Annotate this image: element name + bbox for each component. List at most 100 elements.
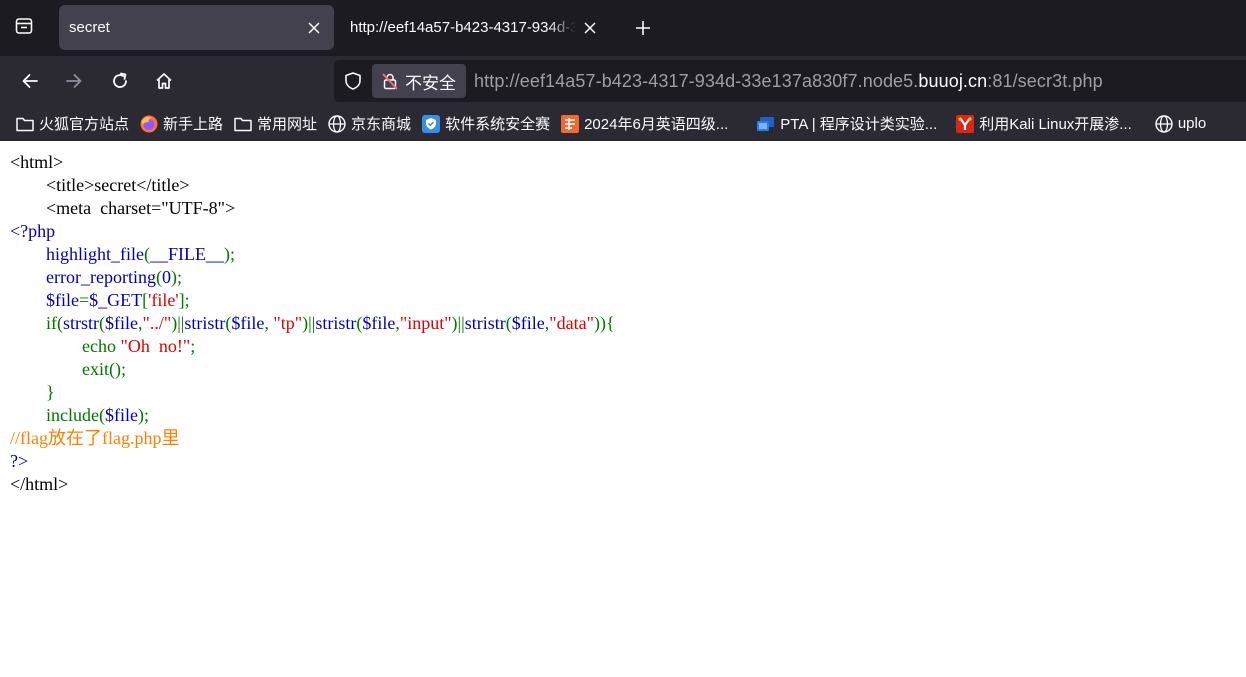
- bookmark-folder-common-sites[interactable]: 常用网址: [228, 110, 322, 138]
- bookmark-label: 常用网址: [257, 116, 318, 133]
- address-bar[interactable]: 不安全 http://eef14a57-b423-4317-934d-33e13…: [334, 60, 1246, 102]
- arrow-right-icon: [66, 74, 82, 88]
- code-token: "tp": [273, 313, 303, 333]
- close-tab-button[interactable]: [300, 14, 328, 42]
- tab-title: http://eef14a57-b423-4317-934d-33e137a83…: [350, 19, 576, 36]
- code-line: //flag放在了flag.php里: [10, 427, 615, 450]
- folder-icon: [233, 114, 253, 134]
- code-token: "input": [399, 313, 452, 333]
- code-html-tag: <html>: [10, 152, 64, 172]
- code-token: $file: [231, 313, 265, 333]
- reload-icon: [113, 72, 127, 88]
- code-line: highlight_file(__FILE__);: [10, 243, 615, 266]
- code-line: <title>secret</title>: [10, 174, 615, 197]
- code-line: echo "Oh no!";: [10, 335, 615, 358]
- close-icon: [584, 21, 596, 34]
- code-token: "../": [142, 313, 172, 333]
- code-token: error_reporting: [46, 267, 156, 287]
- globe-icon: [327, 114, 347, 134]
- code-token: "data": [549, 313, 594, 333]
- home-button[interactable]: [147, 64, 181, 98]
- bookmark-label: 利用Kali Linux开展渗...: [979, 116, 1132, 133]
- bookmark-label: PTA | 程序设计类实验...: [780, 116, 938, 133]
- code-token: ;: [190, 336, 196, 356]
- code-token: include(: [46, 405, 105, 425]
- code-token: )||: [451, 313, 465, 333]
- code-token: echo: [82, 336, 121, 356]
- bookmark-label: 2024年6月英语四级...: [584, 116, 729, 133]
- forward-button[interactable]: [57, 64, 91, 98]
- url-text[interactable]: http://eef14a57-b423-4317-934d-33e137a83…: [474, 71, 1103, 92]
- firefox-icon: [139, 114, 159, 134]
- site-security-button[interactable]: 不安全: [372, 64, 466, 98]
- bookmark-label: 火狐官方站点: [39, 116, 130, 133]
- close-tab-button[interactable]: [576, 14, 604, 42]
- code-token: stristr: [184, 313, 226, 333]
- list-all-tabs-button[interactable]: [6, 12, 42, 44]
- bookmark-jd[interactable]: 京东商城: [322, 110, 416, 138]
- code-php-open: <?php: [10, 221, 56, 241]
- code-line: ?>: [10, 450, 615, 473]
- code-token: $file: [105, 313, 138, 333]
- bookmark-pta[interactable]: PTA | 程序设计类实验...: [751, 110, 942, 138]
- bookmark-software-security[interactable]: 软件系统安全赛: [416, 110, 555, 138]
- code-token: )||: [302, 313, 316, 333]
- code-token: );: [137, 405, 149, 425]
- code-token: $_GET: [89, 290, 143, 310]
- bookmark-cet4[interactable]: 2024年6月英语四级...: [555, 110, 733, 138]
- bookmark-label: 新手上路: [163, 116, 224, 133]
- code-token: if(: [46, 313, 63, 333]
- code-html-close: </html>: [10, 474, 69, 494]
- reload-button[interactable]: [103, 64, 137, 98]
- url-prefix: http://eef14a57-b423-4317-934d-33e137a83…: [474, 70, 919, 91]
- bookmark-kali-linux[interactable]: 利用Kali Linux开展渗...: [950, 110, 1137, 138]
- tab-strip: secret http://eef14a57-b423-4317-934d-33…: [0, 0, 1246, 56]
- php-source-code: <html> <title>secret</title> <meta chars…: [10, 151, 615, 496]
- plus-icon: [636, 21, 650, 35]
- code-token: "Oh no!": [120, 336, 191, 356]
- url-suffix: :81/secr3t.php: [987, 70, 1103, 91]
- tab-title: secret: [69, 19, 110, 36]
- new-tab-button[interactable]: [626, 12, 660, 44]
- bookmark-label: uplo: [1177, 115, 1207, 132]
- code-token: strstr: [63, 313, 99, 333]
- code-token: stristr: [464, 313, 506, 333]
- globe-icon: [1154, 114, 1174, 134]
- tracking-protection-button[interactable]: [334, 60, 372, 102]
- security-label: 不安全: [405, 73, 456, 93]
- bookmark-label: 软件系统安全赛: [445, 116, 551, 133]
- url-host: buuoj.cn: [918, 70, 988, 91]
- bookmark-folder-firefox-official[interactable]: 火狐官方站点: [10, 110, 134, 138]
- bookmark-label: 京东商城: [351, 116, 412, 133]
- code-line: $file=$_GET['file'];: [10, 289, 615, 312]
- code-token: 0: [161, 267, 171, 287]
- code-line: exit();: [10, 358, 615, 381]
- bookmark-upload[interactable]: uplo: [1149, 110, 1211, 138]
- code-line: include($file);: [10, 404, 615, 427]
- pta-icon: [756, 114, 776, 134]
- code-token: )||: [171, 313, 185, 333]
- code-token: );: [224, 244, 235, 264]
- tab-secret[interactable]: secret: [59, 5, 334, 50]
- bookmark-getting-started[interactable]: 新手上路: [134, 110, 228, 138]
- code-token: __FILE__: [150, 244, 224, 264]
- code-token: )){: [593, 313, 615, 333]
- back-button[interactable]: [13, 64, 47, 98]
- tab-url[interactable]: http://eef14a57-b423-4317-934d-33e137a83…: [340, 5, 610, 50]
- code-php-close: ?>: [10, 451, 29, 471]
- navigation-toolbar: 不安全 http://eef14a57-b423-4317-934d-33e13…: [0, 56, 1246, 106]
- code-line: error_reporting(0);: [10, 266, 615, 289]
- code-token: $file: [104, 405, 138, 425]
- code-token: );: [170, 267, 182, 287]
- folder-icon: [15, 114, 35, 134]
- code-line: <html>: [10, 151, 615, 174]
- code-title-tag: <title>secret</title>: [10, 175, 190, 195]
- code-token: exit();: [82, 359, 126, 379]
- code-line: <meta charset="UTF-8">: [10, 197, 615, 220]
- red-y-icon: [955, 114, 975, 134]
